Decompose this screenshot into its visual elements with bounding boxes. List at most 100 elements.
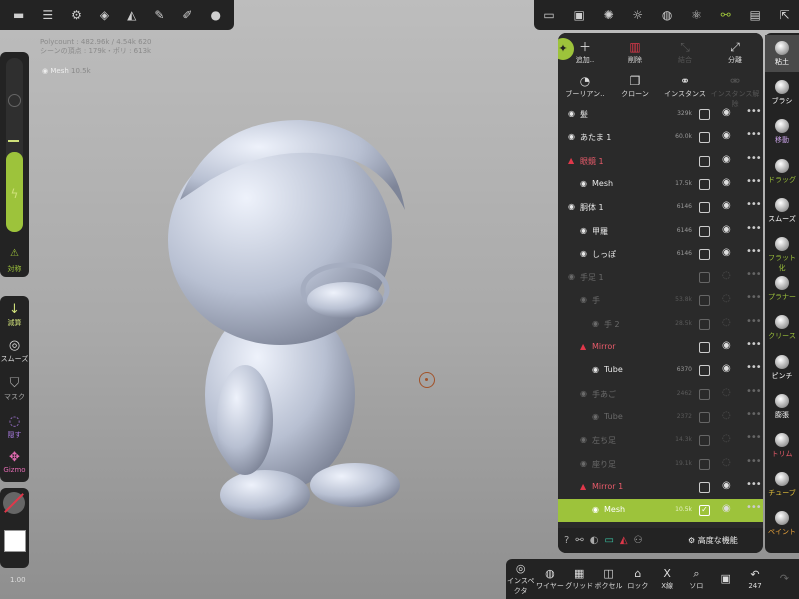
more-icon[interactable]: ••• (746, 153, 762, 164)
more-icon[interactable]: ••• (746, 409, 762, 420)
brush-tool[interactable]: クリース (765, 309, 799, 346)
more-icon[interactable]: ••• (746, 106, 762, 117)
bottom-tool[interactable]: Ⅹ X線 (653, 567, 681, 591)
menu-icon[interactable]: ▬ (13, 8, 24, 22)
row-checkbox[interactable] (699, 295, 710, 307)
sun-icon[interactable]: ☼ (632, 8, 643, 22)
row-checkbox[interactable] (699, 342, 710, 353)
eye-icon[interactable]: ◉ (722, 107, 731, 118)
eye-icon[interactable]: ◉ (722, 224, 731, 235)
pen-icon[interactable]: ✐ (182, 8, 192, 22)
share-icon[interactable]: ⚯ (575, 535, 583, 546)
scene-row[interactable]: ◉ 左ち足 14.3k ◌ ••• (558, 429, 763, 452)
row-checkbox[interactable] (699, 272, 710, 284)
row-checkbox[interactable] (699, 388, 710, 400)
brush-tool[interactable]: プラナー (765, 270, 799, 307)
more-icon[interactable]: ••• (746, 199, 762, 210)
brush-tool[interactable]: チューブ (765, 466, 799, 503)
bottom-tool[interactable]: ⌕ ソロ (682, 567, 710, 591)
merge-button[interactable]: ⤡ 結合 (660, 39, 710, 65)
material-icon[interactable]: ● (210, 8, 220, 22)
brush-tool[interactable]: ドラッグ (765, 153, 799, 190)
eye-icon[interactable]: ◉ (722, 340, 731, 351)
eye-icon[interactable]: ◉ (722, 480, 731, 491)
delete-button[interactable]: ▥ 削除 (610, 39, 660, 65)
scene-row[interactable]: ▲ 眼鏡 1 ◉ ••• (558, 150, 763, 173)
camera-add-icon[interactable]: ▭ (604, 535, 613, 546)
eye-off-icon[interactable]: ◌ (722, 293, 731, 304)
hide-tool[interactable]: ◌ 隠す (0, 414, 29, 440)
scene-row[interactable]: ◉ 髪 329k ◉ ••• (558, 103, 763, 126)
sliders-icon[interactable]: ☰ (42, 8, 53, 22)
eye-icon[interactable]: ◉ (722, 363, 731, 374)
more-icon[interactable]: ••• (746, 386, 762, 397)
scene-row[interactable]: ◉ あたま 1 60.0k ◉ ••• (558, 126, 763, 149)
more-icon[interactable]: ••• (746, 223, 762, 234)
atom-icon[interactable]: ⚛ (691, 8, 702, 22)
more-icon[interactable]: ••• (746, 129, 762, 140)
instance-button[interactable]: ⚭ インスタンス (660, 73, 710, 99)
advanced-features-button[interactable]: ⚙ 高度な機能 (688, 535, 738, 546)
brush-tool[interactable]: ピンチ (765, 349, 799, 386)
picker-icon[interactable]: ✎ (154, 8, 164, 22)
image-icon[interactable]: ▣ (573, 8, 584, 22)
row-checkbox[interactable] (699, 365, 710, 377)
subtract-tool[interactable]: ↓ 減算 (0, 302, 29, 328)
bottom-tool[interactable]: ◎ インスペクタ (507, 562, 535, 596)
more-icon[interactable]: ••• (746, 502, 762, 513)
aperture-icon[interactable]: ✺ (604, 8, 614, 22)
row-checkbox[interactable] (699, 132, 710, 144)
scene-row[interactable]: ◉ 手 2 28.5k ◌ ••• (558, 313, 763, 336)
sculpt-figure[interactable] (150, 100, 430, 530)
eye-off-icon[interactable]: ◌ (722, 387, 731, 398)
scene-row[interactable]: ◉ しっぽ 6146 ◉ ••• (558, 243, 763, 266)
bottom-tool[interactable]: ↷ (770, 572, 798, 586)
camera-icon[interactable]: ▭ (543, 8, 554, 22)
row-checkbox[interactable]: ✓ (699, 505, 710, 517)
eye-off-icon[interactable]: ◌ (722, 433, 731, 444)
eye-icon[interactable]: ◉ (722, 503, 731, 514)
row-checkbox[interactable] (699, 178, 710, 190)
scene-row[interactable]: ◉ Tube 6370 ◉ ••• (558, 359, 763, 382)
eye-icon[interactable]: ◉ (722, 200, 731, 211)
scene-row[interactable]: ◉ 手 53.8k ◌ ••• (558, 289, 763, 312)
add-button[interactable]: ＋ 追加.. (560, 39, 610, 65)
bottom-tool[interactable]: ◍ ワイヤー (536, 567, 564, 591)
globe-icon[interactable]: ◍ (662, 8, 672, 22)
more-icon[interactable]: ••• (746, 176, 762, 187)
row-checkbox[interactable] (699, 109, 710, 120)
brush-tool[interactable]: トリム (765, 427, 799, 464)
row-checkbox[interactable] (699, 225, 710, 237)
more-icon[interactable]: ••• (746, 339, 762, 350)
radius-handle[interactable] (8, 94, 21, 107)
brush-tool[interactable]: ペイント (765, 505, 799, 542)
smooth-tool[interactable]: ◎ スムーズ (0, 338, 29, 364)
scene-row[interactable]: ◉ Tube 2372 ◌ ••• (558, 406, 763, 429)
scene-row[interactable]: ◉ 胴体 1 6146 ◉ ••• (558, 196, 763, 219)
eye-icon[interactable]: ◉ (722, 130, 731, 141)
row-checkbox[interactable] (699, 155, 710, 167)
mirror-add-icon[interactable]: ◭ (620, 535, 628, 546)
row-checkbox[interactable] (699, 458, 710, 470)
more-icon[interactable]: ••• (746, 456, 762, 467)
more-icon[interactable]: ••• (746, 316, 762, 327)
export-icon[interactable]: ⇱ (780, 8, 790, 22)
brush-tool[interactable]: ブラシ (765, 74, 799, 111)
row-checkbox[interactable] (699, 202, 710, 214)
material-swatch[interactable] (3, 492, 25, 514)
eye-icon[interactable]: ◉ (722, 154, 731, 165)
brush-tool[interactable]: フラット化 (765, 231, 799, 272)
eye-off-icon[interactable]: ◌ (722, 317, 731, 328)
boolean-button[interactable]: ◔ ブーリアン.. (560, 73, 610, 99)
scene-row[interactable]: ◉ 甲羅 6146 ◉ ••• (558, 220, 763, 243)
more-icon[interactable]: ••• (746, 269, 762, 280)
more-icon[interactable]: ••• (746, 432, 762, 443)
scene-row[interactable]: ◉ 手あご 2462 ◌ ••• (558, 383, 763, 406)
scene-row[interactable]: ▲ Mirror 1 ◉ ••• (558, 476, 763, 499)
row-checkbox[interactable] (699, 318, 710, 330)
folder-icon[interactable]: ▤ (749, 8, 760, 22)
bottom-tool[interactable]: ▦ グリッド (565, 567, 593, 591)
eye-off-icon[interactable]: ◌ (722, 457, 731, 468)
eye-off-icon[interactable]: ◌ (722, 270, 731, 281)
symmetry-warning-icon[interactable]: ⚠ (0, 248, 29, 259)
